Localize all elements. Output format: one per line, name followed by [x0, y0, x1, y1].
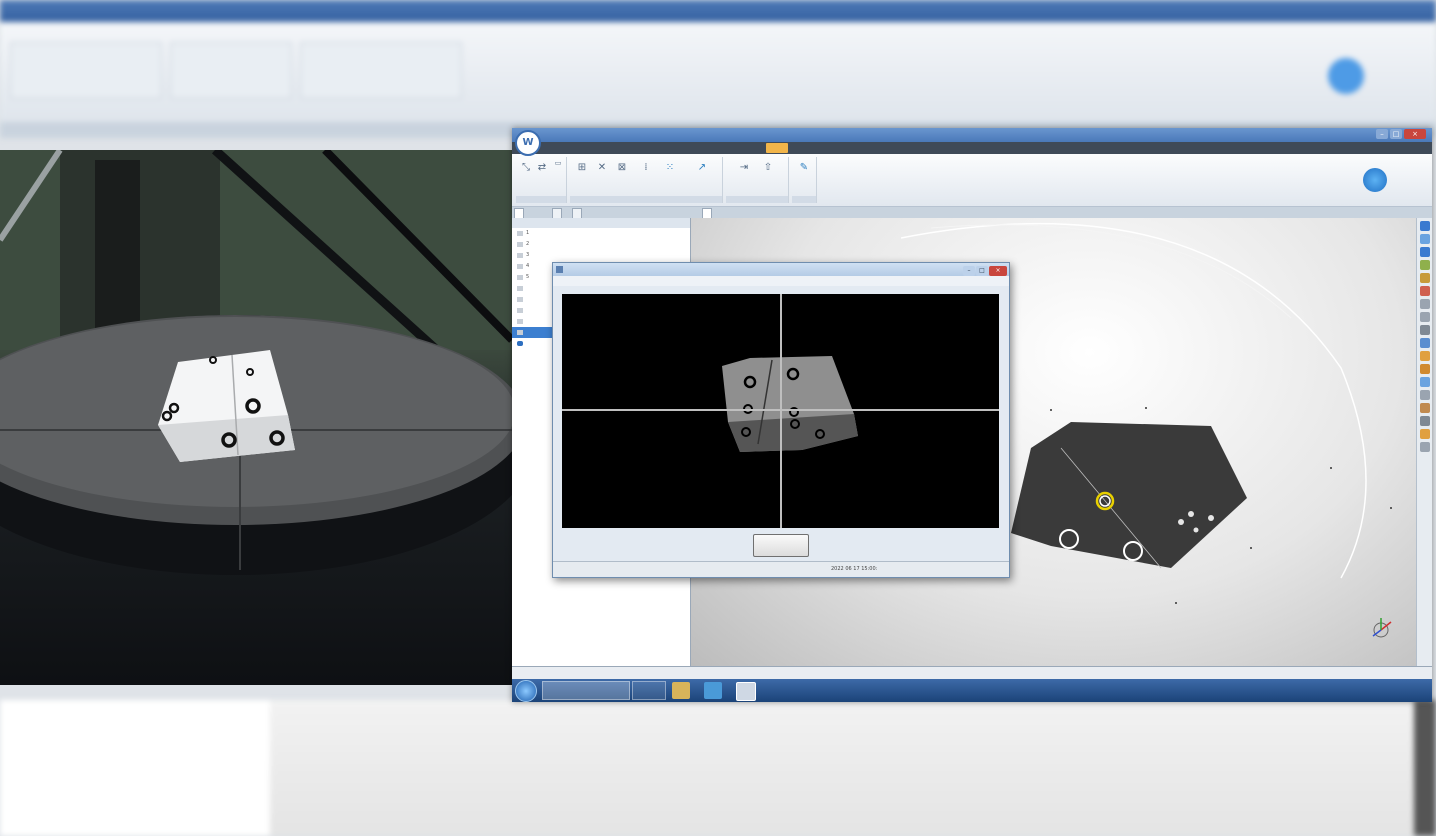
curve-icon[interactable]: ↗	[694, 161, 710, 175]
bg-viewport	[270, 700, 1436, 836]
mesh-object-icon	[517, 341, 523, 346]
dialog-app-icon	[556, 266, 563, 273]
dots-icon[interactable]: ⁞	[638, 161, 654, 175]
select-icon[interactable]	[1420, 351, 1430, 361]
turntable-photo-image	[0, 150, 512, 575]
minimize-button[interactable]: –	[1376, 129, 1388, 139]
layer-icon	[517, 330, 523, 335]
small-tool-icon[interactable]: ▭	[550, 156, 566, 170]
settings-icon[interactable]	[1420, 390, 1430, 400]
maximize-button[interactable]: □	[1390, 129, 1402, 139]
ribbon-group-3: ⇥ ⇧	[726, 157, 789, 203]
camera-photo	[0, 150, 512, 685]
dialog-action-button[interactable]	[753, 534, 809, 557]
rotate-icon[interactable]	[1420, 325, 1430, 335]
dialog-close-button[interactable]: ×	[989, 266, 1007, 276]
dialog-maximize-button[interactable]: □	[976, 266, 988, 276]
camera-feed[interactable]	[562, 294, 999, 528]
right-toolbar	[1416, 218, 1432, 666]
render-icon[interactable]	[1420, 416, 1430, 426]
view-front-icon[interactable]	[1420, 221, 1430, 231]
taskbar-app-item[interactable]	[632, 681, 666, 700]
zoom-icon[interactable]	[1420, 299, 1430, 309]
windows-taskbar	[512, 679, 1432, 702]
tree-item-label: 2	[526, 241, 530, 247]
bg-edge	[1414, 700, 1436, 836]
measure-icon[interactable]: ✎	[796, 161, 812, 175]
scan-icon[interactable]: ⤡	[518, 161, 534, 175]
browser-icon[interactable]	[704, 682, 722, 699]
ribbon-group-label	[516, 196, 566, 203]
folder-icon[interactable]	[672, 682, 690, 699]
pan-icon[interactable]	[1420, 312, 1430, 322]
menu-bar	[512, 142, 1432, 166]
ribbon-toolbar: ⤡ ⇄ ▭ ⊞ ✕ ⊠ ⁞ ⁙ ↗ ⇥ ⇧ ✎	[512, 154, 1432, 207]
export-icon[interactable]: ⇧	[760, 161, 776, 175]
tree-header	[512, 218, 690, 228]
scanner-app-icon[interactable]	[736, 682, 756, 701]
layer-icon	[517, 297, 523, 302]
view-bottom-icon[interactable]	[1420, 260, 1430, 270]
view-left-icon[interactable]	[1420, 273, 1430, 283]
mesh-icon[interactable]: ⊠	[614, 161, 630, 175]
layer-toggle-icon[interactable]	[1420, 377, 1430, 387]
dialog-menu-bar	[553, 276, 1009, 286]
tree-item-label: 5	[526, 274, 530, 280]
grid-icon[interactable]: ⊞	[574, 161, 590, 175]
status-bar	[512, 666, 1432, 680]
ribbon-group-4: ✎	[792, 157, 817, 203]
bg-ribbon	[0, 22, 1436, 123]
lasso-icon[interactable]	[1420, 364, 1430, 374]
ribbon-group-2: ⊞ ✕ ⊠ ⁞ ⁙ ↗	[570, 157, 723, 203]
layer-icon	[517, 231, 523, 236]
camera-preview-dialog: – □ × 2022 06 17 15:00:	[552, 262, 1010, 578]
document-tabs	[512, 207, 1432, 219]
ribbon-group-label	[726, 196, 788, 203]
transform-icon[interactable]: ⇥	[736, 161, 752, 175]
tree-item-label: 1	[526, 230, 530, 236]
layer-icon	[517, 264, 523, 269]
tree-item[interactable]: 3	[512, 250, 690, 261]
layer-icon	[517, 242, 523, 247]
fit-icon[interactable]	[1420, 338, 1430, 348]
app-logo-icon[interactable]: W	[515, 130, 541, 156]
start-button[interactable]	[515, 680, 537, 702]
dialog-minimize-button[interactable]: –	[963, 266, 975, 276]
tree-item[interactable]: 2	[512, 239, 690, 250]
menu-item-active[interactable]	[766, 143, 788, 153]
points-icon[interactable]: ⁙	[662, 161, 678, 175]
layer-icon	[517, 319, 523, 324]
cross-icon[interactable]: ✕	[594, 161, 610, 175]
tree-item-label: 3	[526, 252, 530, 258]
layer-icon	[517, 253, 523, 258]
taskbar-app-item[interactable]	[542, 681, 630, 700]
ribbon-group-label	[570, 196, 722, 203]
view-top-icon[interactable]	[1420, 247, 1430, 257]
bg-orb-icon	[1328, 58, 1364, 94]
layer-icon	[517, 275, 523, 280]
dialog-status-bar: 2022 06 17 15:00:	[553, 561, 1009, 576]
dialog-title-bar: – □ ×	[553, 263, 1009, 276]
close-button[interactable]: ×	[1404, 129, 1426, 139]
view-right-icon[interactable]	[1420, 286, 1430, 296]
layer-icon	[517, 286, 523, 291]
app-title-bar: – □ ×	[512, 128, 1432, 142]
ribbon-group-label	[792, 196, 816, 203]
camera-feed-image	[562, 294, 999, 528]
align-icon[interactable]: ⇄	[534, 161, 550, 175]
dialog-status-timestamp: 2022 06 17 15:00:	[831, 566, 878, 572]
layer-icon	[517, 308, 523, 313]
tree-item[interactable]: 1	[512, 228, 690, 239]
ribbon-group-1: ⤡ ⇄ ▭	[516, 157, 567, 203]
dialog-window-buttons: – □ ×	[962, 264, 1007, 277]
bg-tree-panel	[0, 700, 270, 836]
bg-title-bar	[0, 0, 1436, 22]
status-orb-icon[interactable]	[1363, 168, 1387, 192]
axis-gizmo[interactable]	[1372, 618, 1392, 638]
clip-icon[interactable]	[1420, 442, 1430, 452]
view-back-icon[interactable]	[1420, 234, 1430, 244]
tree-item-label: 4	[526, 263, 530, 269]
light-icon[interactable]	[1420, 403, 1430, 413]
color-icon[interactable]	[1420, 429, 1430, 439]
